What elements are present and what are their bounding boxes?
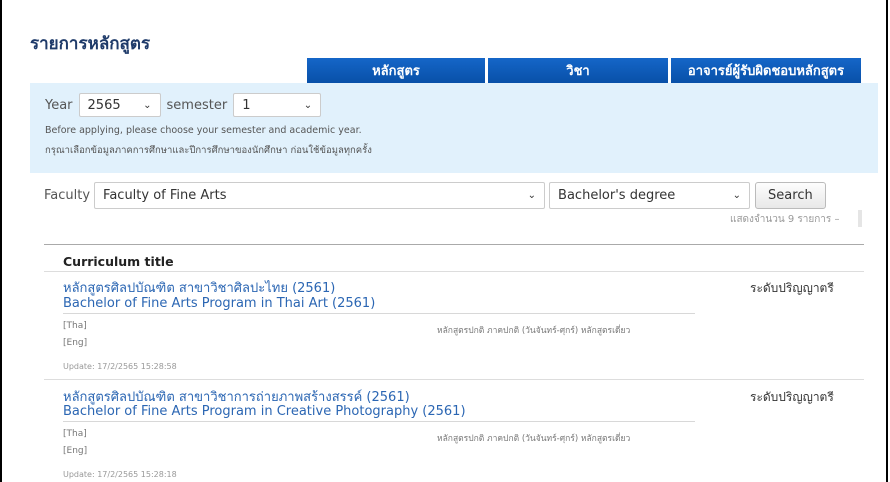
search-button[interactable]: Search [755, 182, 826, 209]
lang-thai-tag: [Tha] [63, 321, 87, 331]
degree-value: Bachelor's degree [558, 188, 676, 203]
window-border-left [0, 0, 2, 482]
tab-responsible-instructors[interactable]: อาจารย์ผู้รับผิดชอบหลักสูตร [671, 58, 861, 83]
lang-english-tag: [Eng] [63, 338, 88, 348]
tab-courses[interactable]: วิชา [488, 58, 668, 83]
faculty-label: Faculty [44, 188, 91, 203]
chevron-down-icon: ⌄ [303, 99, 313, 111]
title-underline [63, 313, 695, 314]
filter-panel: Year 2565 ⌄ semester 1 ⌄ Before applying… [30, 83, 878, 173]
result-count: แสดงจำนวน 9 รายการ – [730, 214, 840, 225]
degree-level: ระดับปริญญาตรี [750, 281, 834, 295]
page-title: รายการหลักสูตร [30, 34, 151, 54]
semester-select[interactable]: 1 ⌄ [233, 93, 322, 117]
program-tags: หลักสูตรปกติ ภาคปกติ (วันจันทร์-ศุกร์) ห… [437, 326, 631, 336]
degree-select[interactable]: Bachelor's degree ⌄ [549, 182, 751, 209]
year-select[interactable]: 2565 ⌄ [78, 93, 161, 117]
title-underline [63, 421, 695, 422]
curriculum-title-thai-link[interactable]: หลักสูตรศิลปบัณฑิต สาขาวิชาศิลปะไทย (256… [63, 277, 335, 298]
note-thai: กรุณาเลือกข้อมูลภาคการศึกษาและปีการศึกษา… [45, 145, 372, 156]
table-row: หลักสูตรศิลปบัณฑิต สาขาวิชาการถ่ายภาพสร้… [44, 380, 864, 482]
column-header-curriculum-title: Curriculum title [63, 254, 174, 269]
chevron-down-icon: ⌄ [527, 190, 537, 201]
degree-level: ระดับปริญญาตรี [750, 390, 834, 404]
curriculum-title-english-link[interactable]: Bachelor of Fine Arts Program in Thai Ar… [63, 296, 375, 311]
faculty-select[interactable]: Faculty of Fine Arts ⌄ [94, 182, 546, 209]
chevron-down-icon: ⌄ [143, 99, 152, 111]
update-timestamp: Update: 17/2/2565 15:28:18 [63, 470, 177, 479]
lang-thai-tag: [Tha] [63, 429, 87, 439]
semester-label: semester [166, 97, 228, 113]
note-english: Before applying, please choose your seme… [45, 125, 362, 136]
tab-curriculum[interactable]: หลักสูตร [307, 58, 485, 83]
faculty-row: Faculty Faculty of Fine Arts ⌄ Bachelor'… [44, 182, 826, 209]
scrollbar-thumb[interactable] [858, 210, 862, 227]
table-top-border [44, 244, 864, 245]
year-label: Year [45, 97, 73, 113]
update-timestamp: Update: 17/2/2565 15:28:58 [63, 362, 177, 371]
faculty-value: Faculty of Fine Arts [103, 188, 227, 203]
curriculum-title-english-link[interactable]: Bachelor of Fine Arts Program in Creativ… [63, 404, 466, 419]
year-value: 2565 [87, 97, 121, 113]
table-row: หลักสูตรศิลปบัณฑิต สาขาวิชาศิลปะไทย (256… [44, 272, 864, 380]
program-tags: หลักสูตรปกติ ภาคปกติ (วันจันทร์-ศุกร์) ห… [437, 434, 631, 444]
chevron-down-icon: ⌄ [732, 190, 742, 201]
lang-english-tag: [Eng] [63, 446, 88, 456]
year-semester-row: Year 2565 ⌄ semester 1 ⌄ [45, 93, 322, 117]
tab-bar: หลักสูตร วิชา อาจารย์ผู้รับผิดชอบหลักสูต… [307, 58, 861, 83]
window-border-right [886, 0, 888, 482]
semester-value: 1 [242, 97, 251, 113]
